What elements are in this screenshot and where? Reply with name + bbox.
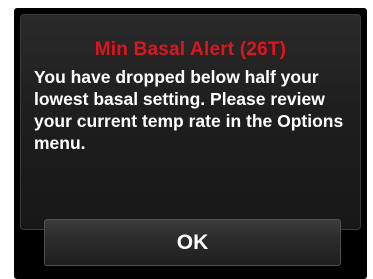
alert-message: You have dropped below half your lowest … (34, 67, 344, 153)
alert-dialog: Min Basal Alert (26T) You have dropped b… (20, 14, 361, 230)
ok-button[interactable]: OK (44, 219, 341, 266)
alert-title: Min Basal Alert (26T) (94, 39, 287, 60)
device-screen: Min Basal Alert (26T) You have dropped b… (14, 8, 367, 279)
